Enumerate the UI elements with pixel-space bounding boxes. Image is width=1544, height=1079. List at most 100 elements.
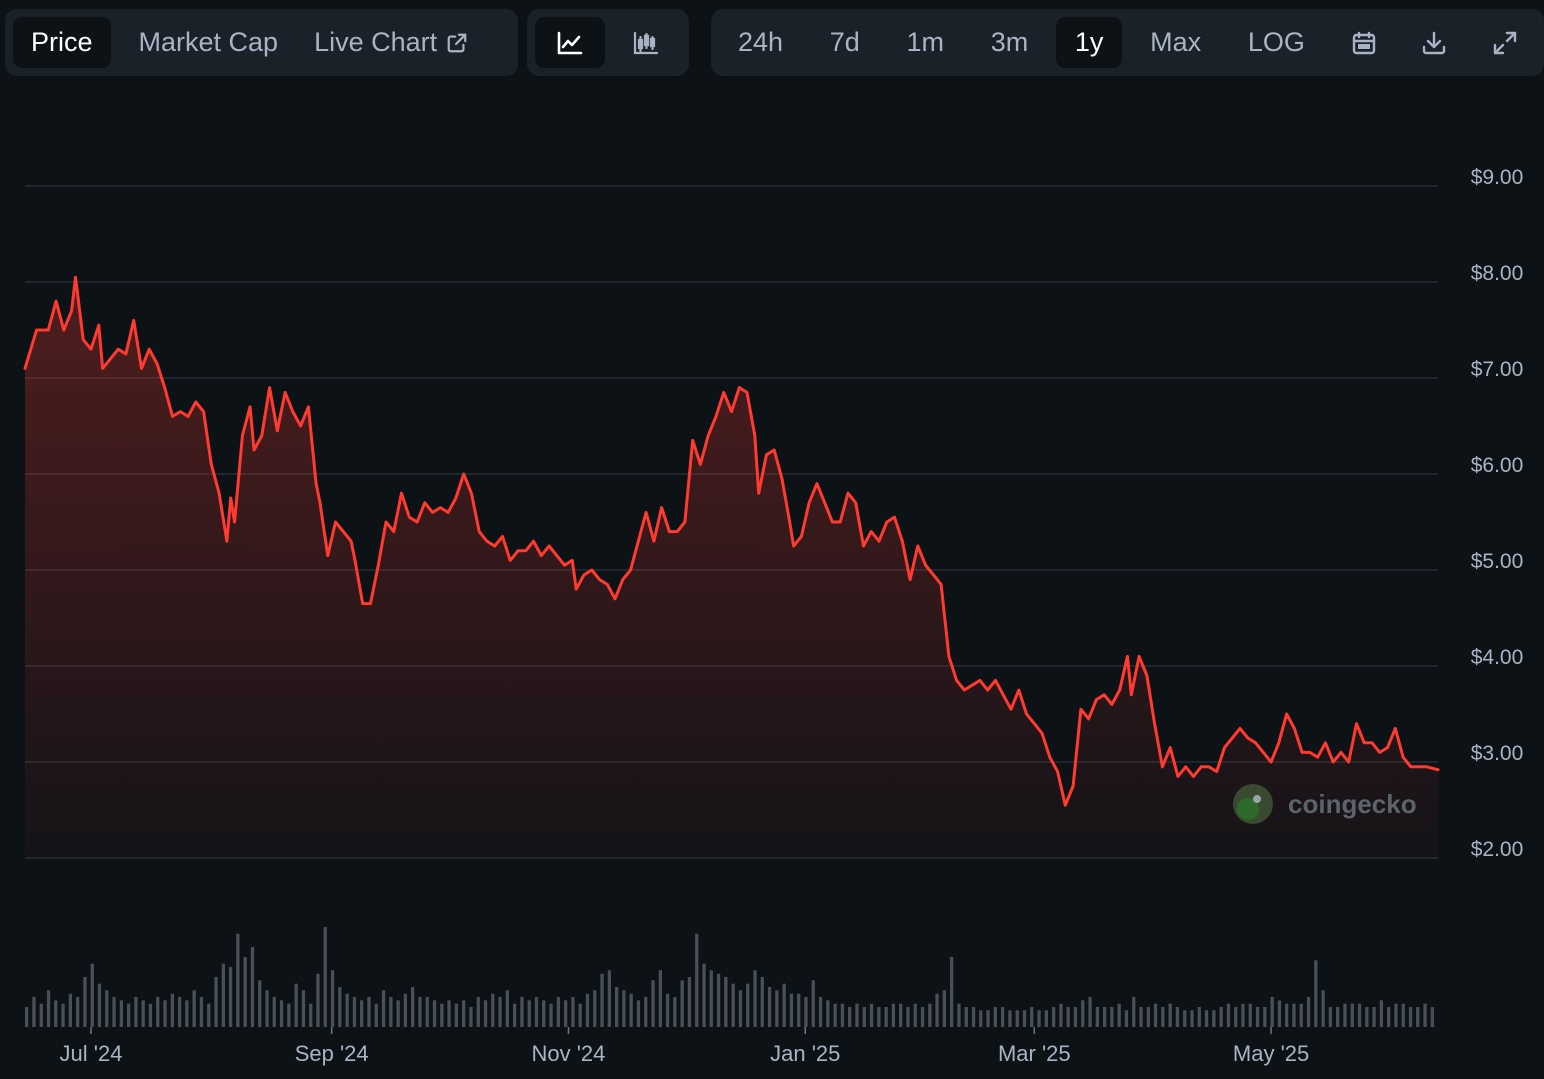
volume-bar (1219, 1007, 1223, 1027)
volume-bar (119, 1000, 123, 1027)
volume-bar (862, 1007, 866, 1027)
volume-bar (1059, 1003, 1063, 1027)
volume-bar (483, 1000, 488, 1027)
volume-bar (178, 997, 182, 1027)
y-tick-label: $2.00 (1471, 838, 1524, 861)
volume-bar (811, 980, 815, 1027)
volume-bar (323, 927, 327, 1027)
volume-bar (199, 997, 204, 1027)
volume-bar (709, 970, 713, 1027)
volume-bar (986, 1010, 990, 1027)
coingecko-logo-eye (1253, 795, 1261, 803)
volume-bar (942, 990, 946, 1027)
volume-bar (170, 993, 174, 1027)
volume-bar (527, 1000, 531, 1027)
volume-bar (724, 977, 728, 1027)
volume-bar (1183, 1010, 1187, 1027)
y-tick-label: $9.00 (1471, 166, 1524, 189)
volume-bar (884, 1007, 888, 1027)
y-axis-ticks: $9.00 $8.00 $7.00 $6.00 $5.00 $4.00 $3.00 $2.00 (1471, 166, 1524, 861)
volume-bar (826, 1000, 830, 1027)
volume-bar (469, 1007, 473, 1027)
volume-bar (301, 990, 306, 1027)
volume-bar (374, 1003, 378, 1027)
price-chart[interactable]: $9.00 $8.00 $7.00 $6.00 $5.00 $4.00 $3.00 $2.00… (0, 0, 1544, 1079)
coingecko-watermark: coingecko (1233, 784, 1417, 824)
volume-bar (1153, 1003, 1158, 1027)
volume-bar (716, 973, 721, 1027)
volume-bar (1139, 1007, 1143, 1027)
volume-bar (1292, 1003, 1296, 1027)
volume-bar (665, 993, 670, 1027)
x-tick-label: Jul '24 (60, 1041, 123, 1066)
volume-bar (498, 997, 502, 1027)
volume-bar (1124, 1010, 1129, 1027)
volume-bar (585, 993, 590, 1027)
volume-bar (68, 993, 72, 1027)
volume-bar (156, 997, 160, 1027)
volume-bar (869, 1003, 874, 1027)
volume-bar (1022, 1010, 1027, 1027)
volume-bar (775, 990, 779, 1027)
volume-bar (520, 997, 524, 1027)
volume-bar (141, 1000, 145, 1027)
volume-bar (1328, 1007, 1332, 1027)
volume-bar (687, 977, 692, 1027)
volume-bar (403, 993, 407, 1027)
volume-bar (935, 993, 939, 1027)
y-tick-label: $7.00 (1471, 358, 1524, 381)
volume-bar (1081, 1000, 1085, 1027)
x-tick-label: Sep '24 (295, 1041, 369, 1066)
volume-bar (818, 997, 823, 1027)
volume-bar (571, 997, 575, 1027)
volume-bar (1001, 1007, 1005, 1027)
volume-bar (265, 990, 269, 1027)
volume-bar (1103, 1007, 1107, 1027)
volume-bar (381, 990, 386, 1027)
volume-bar (1321, 990, 1325, 1027)
volume-bar (316, 973, 320, 1027)
volume-bar (83, 977, 87, 1027)
volume-bar (54, 1000, 58, 1027)
volume-bar (855, 1003, 859, 1027)
volume-bar (746, 983, 750, 1027)
volume-bar (61, 1003, 65, 1027)
volume-bar (622, 990, 626, 1027)
volume-bar (1248, 1003, 1252, 1027)
volume-bar (258, 980, 262, 1027)
y-tick-label: $8.00 (1471, 262, 1524, 285)
volume-bar (1146, 1007, 1150, 1027)
watermark-text: coingecko (1288, 789, 1417, 819)
volume-bar (928, 1003, 932, 1027)
volume-bar (1270, 997, 1274, 1027)
volume-bar (564, 1000, 568, 1027)
volume-bar (1190, 1010, 1194, 1027)
volume-bar (1175, 1007, 1180, 1027)
volume-bar (476, 997, 480, 1027)
volume-bar (1226, 1003, 1231, 1027)
volume-bar (236, 933, 240, 1027)
volume-bar (1117, 1003, 1121, 1027)
volume-bar (680, 980, 684, 1027)
volume-bar (899, 1003, 903, 1027)
volume-bar (396, 1000, 400, 1027)
volume-bar (105, 990, 109, 1027)
volume-bar (1161, 1007, 1165, 1027)
volume-bar (1168, 1003, 1172, 1027)
volume-bar (148, 1003, 153, 1027)
volume-bar (1430, 1007, 1434, 1027)
volume-bar (1263, 1007, 1267, 1027)
volume-bar (1015, 1010, 1019, 1027)
volume-bar (957, 1003, 961, 1027)
volume-bar (1357, 1003, 1362, 1027)
volume-bar (1277, 1000, 1282, 1027)
volume-bar (418, 997, 422, 1027)
volume-bar (1285, 1003, 1289, 1027)
volume-bar (1387, 1007, 1391, 1027)
volume-bar (330, 970, 335, 1027)
volume-bar (112, 997, 116, 1027)
volume-bar (491, 993, 495, 1027)
volume-bar (920, 1007, 925, 1027)
volume-bar (294, 983, 298, 1027)
volume-bar (462, 1000, 466, 1027)
